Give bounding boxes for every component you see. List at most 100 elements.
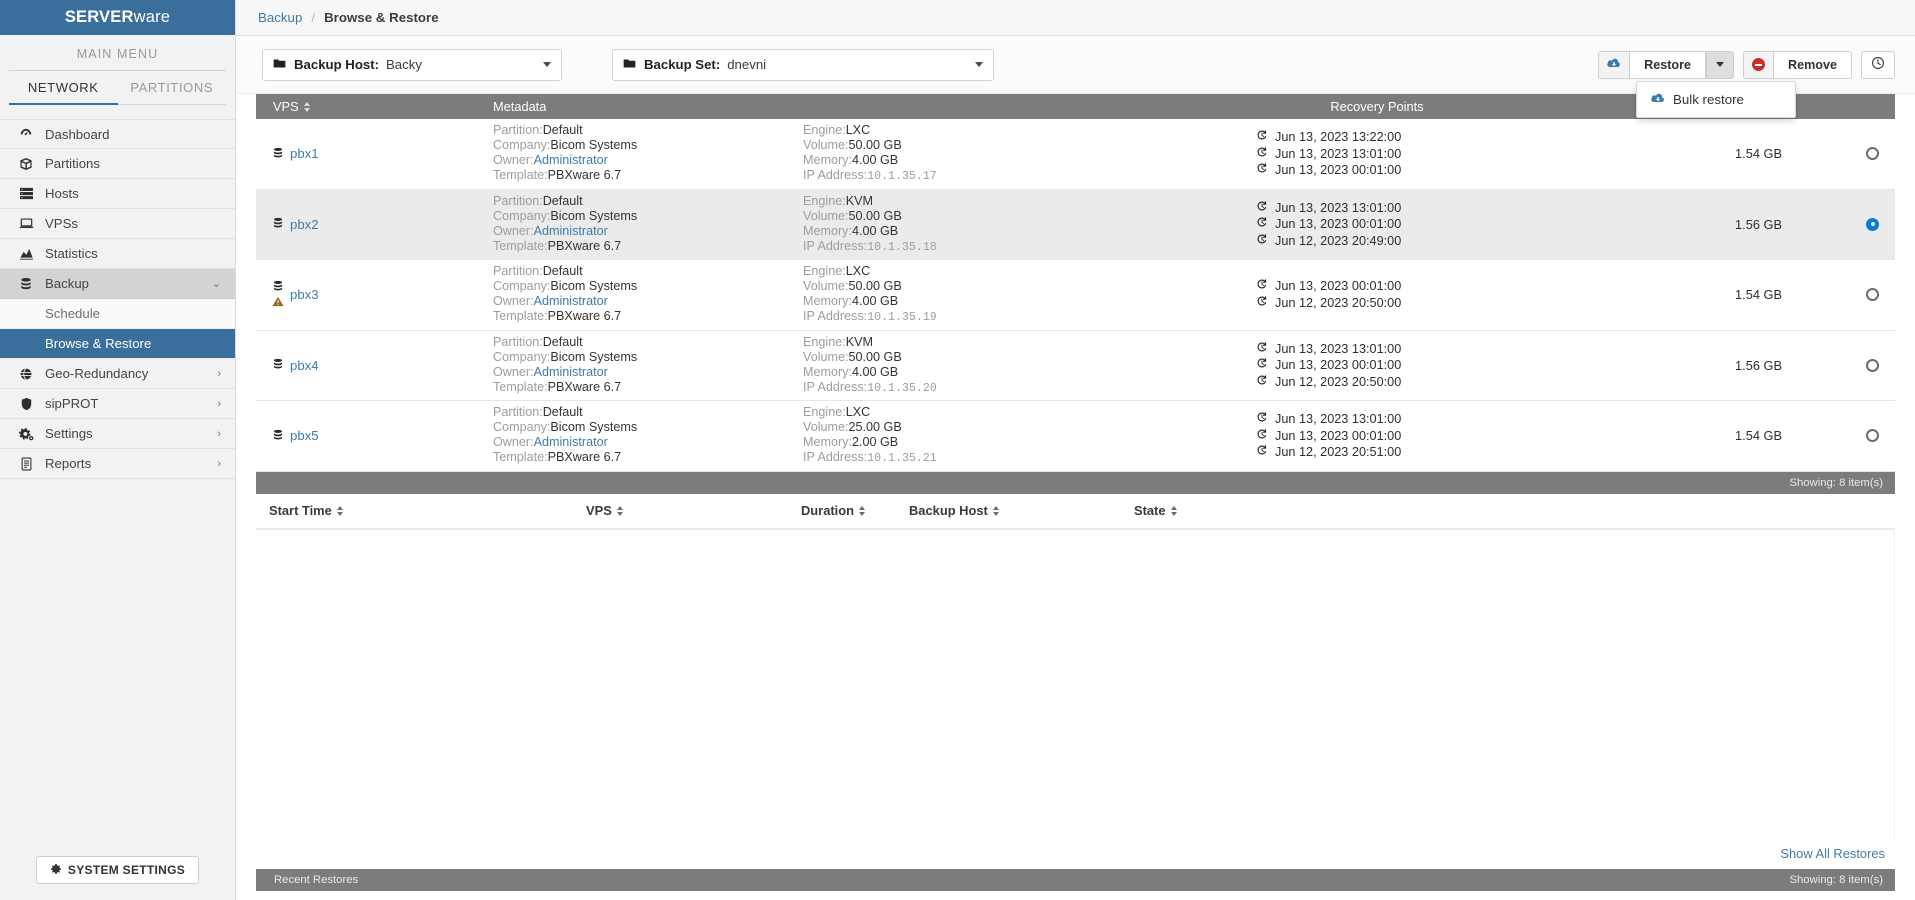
recovery-point[interactable]: Jun 13, 2023 00:01:00 [1256, 278, 1401, 295]
meta-value-owner[interactable]: Administrator [534, 153, 608, 167]
vps-name-link[interactable]: pbx3 [290, 287, 319, 302]
recovery-point[interactable]: Jun 12, 2023 20:50:00 [1256, 374, 1401, 391]
recent-restores-title: Recent Restores [274, 874, 359, 886]
app-logo[interactable]: SERVER ware [0, 0, 235, 35]
sidebar: SERVER ware MAIN MENU NETWORK PARTITIONS … [0, 0, 236, 900]
metadata-column-left: Partition:Default Company:Bicom Systems Ow… [493, 194, 803, 255]
recovery-point[interactable]: Jun 13, 2023 13:22:00 [1256, 129, 1401, 146]
restore-dropdown-toggle[interactable] [1706, 50, 1734, 79]
table-row[interactable]: pbx4 Partition:Default Company:Bicom Syste… [256, 330, 1895, 401]
backup-host-select[interactable]: Backup Host: Backy [262, 48, 562, 81]
sort-icon[interactable] [1170, 505, 1177, 516]
row-select-radio[interactable] [1866, 358, 1879, 372]
sidebar-item-label: sipPROT [45, 396, 99, 411]
breadcrumb: Backup / Browse & Restore [236, 0, 1915, 36]
row-select-radio[interactable] [1866, 429, 1879, 443]
sidebar-item-hosts[interactable]: Hosts [0, 179, 235, 209]
table-row[interactable]: pbx5 Partition:Default Company:Bicom Syste… [256, 401, 1895, 472]
history-icon [1256, 278, 1268, 295]
table-row[interactable]: pbx2 Partition:Default Company:Bicom Syste… [256, 189, 1895, 260]
recovery-point[interactable]: Jun 13, 2023 13:01:00 [1256, 146, 1401, 163]
menu-item-bulk-restore[interactable]: Bulk restore [1637, 87, 1795, 112]
sidebar-item-browse-restore[interactable]: Browse & Restore [0, 329, 235, 359]
meta-value-owner[interactable]: Administrator [534, 365, 608, 379]
sidebar-item-geo-redundancy[interactable]: Geo-Redundancy › [0, 359, 235, 389]
history-icon [1256, 162, 1268, 179]
sidebar-item-settings[interactable]: Settings › [0, 419, 235, 449]
recovery-point[interactable]: Jun 13, 2023 00:01:00 [1256, 357, 1401, 374]
meta-value-owner[interactable]: Administrator [534, 224, 608, 238]
sort-icon[interactable] [336, 505, 343, 516]
globe-icon [16, 367, 36, 381]
recovery-point-time: Jun 13, 2023 00:01:00 [1275, 163, 1402, 177]
meta-key: IP Address: [803, 238, 868, 253]
sidebar-item-statistics[interactable]: Statistics [0, 239, 235, 269]
sidebar-item-reports[interactable]: Reports › [0, 449, 235, 479]
breadcrumb-parent[interactable]: Backup [258, 10, 302, 25]
history-button[interactable] [1861, 50, 1895, 79]
cell-metadata: Partition:Default Company:Bicom Systems Ow… [493, 194, 1163, 255]
remove-icon-button[interactable] [1743, 50, 1773, 79]
recovery-point[interactable]: Jun 12, 2023 20:51:00 [1256, 444, 1401, 461]
recovery-point[interactable]: Jun 13, 2023 13:01:00 [1256, 341, 1401, 358]
restore-icon-button[interactable] [1598, 50, 1630, 79]
chevron-down-icon [543, 62, 551, 67]
column-header-backup-host[interactable]: Backup Host [909, 503, 1134, 518]
row-select-radio[interactable] [1866, 147, 1879, 161]
meta-value-ip: 10.1.35.18 [867, 240, 937, 254]
system-settings-button[interactable]: SYSTEM SETTINGS [35, 856, 200, 884]
remove-button[interactable]: Remove [1773, 50, 1852, 79]
sort-icon[interactable] [616, 505, 623, 516]
sidebar-item-partitions[interactable]: Partitions [0, 149, 235, 179]
sidebar-item-schedule[interactable]: Schedule [0, 299, 235, 329]
meta-value-owner[interactable]: Administrator [534, 435, 608, 449]
vps-name-link[interactable]: pbx5 [290, 428, 319, 443]
recovery-point[interactable]: Jun 12, 2023 20:49:00 [1256, 233, 1401, 250]
backup-host-value: Backy [386, 57, 422, 72]
show-all-restores-link[interactable]: Show All Restores [1780, 846, 1885, 861]
recovery-point[interactable]: Jun 13, 2023 13:01:00 [1256, 200, 1401, 217]
column-label: Start Time [269, 503, 332, 518]
history-icon [1256, 444, 1268, 461]
row-select-radio[interactable] [1866, 288, 1879, 302]
column-header-recovery-points: Recovery Points [1163, 99, 1591, 114]
cell-metadata: Partition:Default Company:Bicom Systems Ow… [493, 405, 1163, 466]
vps-name-link[interactable]: pbx4 [290, 358, 319, 373]
vps-name-link[interactable]: pbx1 [290, 146, 319, 161]
sidebar-item-sipprot[interactable]: sipPROT › [0, 389, 235, 419]
table-row[interactable]: pbx1 Partition:Default Company:Bicom Syste… [256, 119, 1895, 190]
meta-key: Volume: [803, 349, 849, 364]
meta-value-memory: 4.00 GB [851, 294, 899, 309]
recovery-point[interactable]: Jun 13, 2023 00:01:00 [1256, 162, 1401, 179]
row-select-radio[interactable] [1866, 217, 1879, 231]
column-header-state[interactable]: State [1134, 503, 1895, 518]
vps-name-link[interactable]: pbx2 [290, 217, 319, 232]
column-header-vps[interactable]: VPS [586, 503, 801, 518]
recovery-point-time: Jun 12, 2023 20:51:00 [1275, 445, 1402, 459]
recovery-point[interactable]: Jun 13, 2023 00:01:00 [1256, 428, 1401, 445]
table-row[interactable]: pbx3 Partition:Default Company:Bicom Syste… [256, 260, 1895, 331]
tab-partitions[interactable]: PARTITIONS [118, 71, 227, 105]
chevron-right-icon: › [217, 367, 221, 380]
cell-size: 1.54 GB [1591, 428, 1895, 443]
column-header-vps[interactable]: VPS [256, 99, 493, 114]
meta-value-partition: Default [542, 405, 583, 420]
sort-icon[interactable] [992, 505, 999, 516]
backup-set-select[interactable]: Backup Set: dnevni [612, 48, 994, 81]
recovery-point[interactable]: Jun 13, 2023 13:01:00 [1256, 411, 1401, 428]
column-header-duration[interactable]: Duration [801, 503, 909, 518]
recovery-point[interactable]: Jun 12, 2023 20:50:00 [1256, 295, 1401, 312]
column-header-start-time[interactable]: Start Time [256, 503, 586, 518]
sidebar-item-backup[interactable]: Backup ⌄ [0, 269, 235, 299]
recovery-point[interactable]: Jun 13, 2023 00:01:00 [1256, 216, 1401, 233]
restore-button[interactable]: Restore [1629, 50, 1706, 79]
sidebar-item-dashboard[interactable]: Dashboard [0, 119, 235, 149]
meta-key: Volume: [803, 420, 849, 435]
meta-value-owner[interactable]: Administrator [534, 294, 608, 308]
vps-icons [266, 358, 290, 372]
database-icon [272, 217, 284, 231]
sort-icon[interactable] [859, 505, 865, 516]
sidebar-item-vpss[interactable]: VPSs [0, 209, 235, 239]
sort-icon[interactable] [303, 101, 310, 112]
tab-network[interactable]: NETWORK [9, 71, 118, 105]
